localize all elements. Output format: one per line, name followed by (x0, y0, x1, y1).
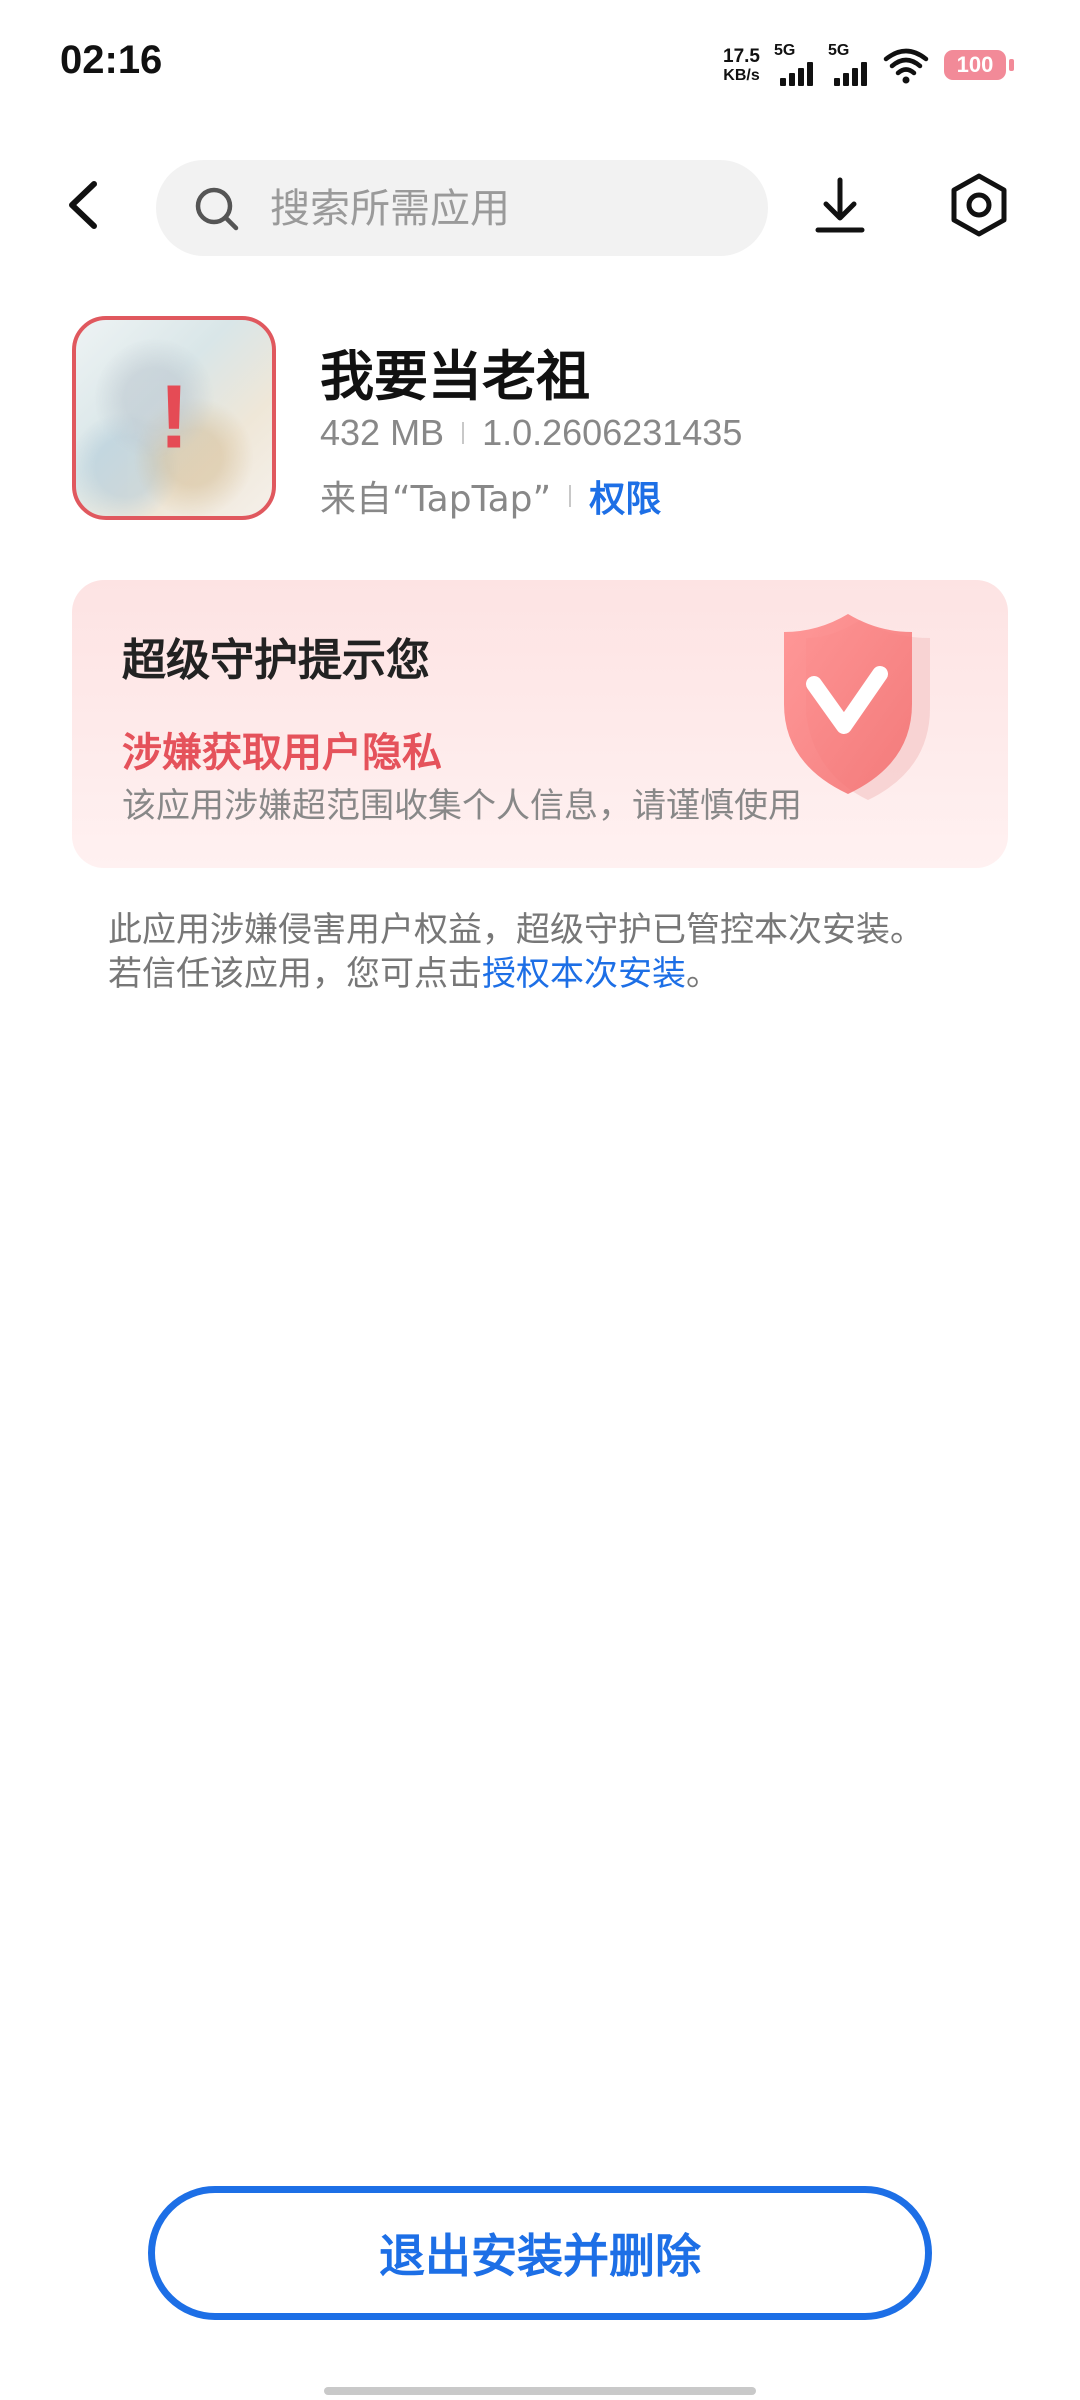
wifi-icon (883, 48, 929, 84)
back-button[interactable] (50, 170, 120, 240)
install-note: 此应用涉嫌侵害用户权益，超级守护已管控本次安装。 若信任该应用，您可点击授权本次… (108, 908, 988, 996)
top-bar (0, 150, 1080, 260)
signal-sim1-icon: 5G (774, 42, 818, 88)
download-button[interactable] (808, 174, 872, 238)
permissions-link[interactable]: 权限 (589, 470, 661, 522)
battery-icon: 100 (944, 50, 1014, 80)
source-divider (569, 485, 572, 507)
meta-divider (462, 422, 465, 444)
search-icon (195, 187, 239, 231)
battery-level: 100 (944, 50, 1006, 80)
status-bar: 02:16 17.5 KB/s 5G 5G 100 (0, 0, 1080, 130)
network-speed-value: 17.5 (723, 45, 760, 67)
sim2-label: 5G (828, 42, 850, 59)
app-icon: ! (72, 316, 276, 520)
risk-description: 该应用涉嫌超范围收集个人信息，请谨慎使用 (122, 786, 802, 826)
settings-hexagon-icon (951, 173, 1007, 237)
status-icons: 17.5 KB/s 5G 5G 100 (723, 40, 1014, 90)
warning-title: 超级守护提示您 (122, 635, 430, 686)
settings-button[interactable] (944, 170, 1014, 240)
app-meta: 432 MB 1.0.2606231435 (320, 412, 742, 454)
download-icon (815, 177, 865, 233)
chevron-left-icon (69, 181, 97, 229)
authorize-install-link[interactable]: 授权本次安装 (482, 954, 686, 994)
home-indicator[interactable] (324, 2387, 756, 2395)
app-source: 来自“TapTap” (320, 479, 552, 520)
note-line-2-prefix: 若信任该应用，您可点击 (108, 954, 482, 994)
search-input[interactable] (268, 160, 742, 258)
search-bar[interactable] (156, 160, 768, 258)
note-line-2-suffix: 。 (686, 954, 720, 994)
app-size: 432 MB (320, 412, 445, 453)
network-speed: 17.5 KB/s (723, 47, 760, 84)
app-name: 我要当老祖 (320, 345, 590, 408)
risk-label: 涉嫌获取用户隐私 (122, 730, 442, 776)
install-guard-screen: 02:16 17.5 KB/s 5G 5G 100 搜索所需应用 ! 我要当老祖… (0, 0, 1080, 2400)
status-time: 02:16 (60, 38, 163, 82)
app-version: 1.0.2606231435 (482, 412, 743, 453)
super-guard-warning-card: 超级守护提示您 涉嫌获取用户隐私 该应用涉嫌超范围收集个人信息，请谨慎使用 (72, 580, 1008, 868)
sim1-label: 5G (774, 42, 796, 59)
network-speed-unit: KB/s (723, 66, 760, 84)
signal-sim2-icon: 5G (828, 42, 872, 88)
note-line-1: 此应用涉嫌侵害用户权益，超级守护已管控本次安装。 (108, 910, 924, 950)
app-source-row: 来自“TapTap” 权限 (320, 470, 661, 522)
exit-and-delete-button[interactable]: 退出安装并删除 (148, 2186, 932, 2320)
warning-exclamation-icon: ! (159, 367, 189, 468)
note-line-2: 若信任该应用，您可点击授权本次安装。 (108, 952, 988, 996)
